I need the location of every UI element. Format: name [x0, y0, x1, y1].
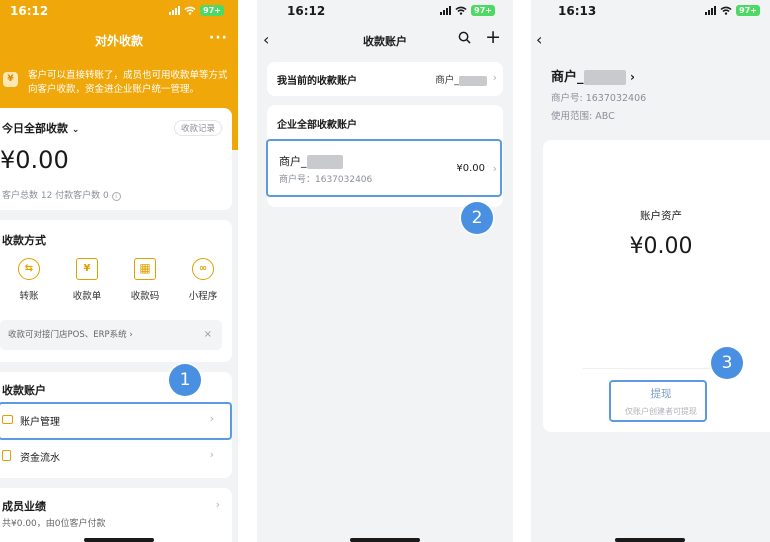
- chevron-right-icon: ›: [492, 71, 497, 84]
- search-icon[interactable]: [458, 31, 471, 44]
- close-icon[interactable]: ×: [204, 320, 212, 350]
- method-label: 收款单: [72, 291, 102, 302]
- highlight-merchant-account: [266, 139, 502, 197]
- assets-title: 账户资产: [640, 210, 682, 222]
- highlight-withdraw: [609, 380, 707, 422]
- qrcode-icon: ▦: [134, 258, 156, 280]
- status-icons: 97+: [169, 5, 224, 16]
- status-time: 16:12: [287, 4, 326, 18]
- status-time: 16:13: [558, 4, 597, 18]
- tip-text: 收款可对接门店POS、ERP系统 ›: [8, 330, 133, 340]
- phone-screen-collection: 16:12 97+ 对外收款 ··· ¥ 客户可以直接转账了，成员也可用收款单等…: [0, 0, 238, 542]
- back-icon[interactable]: ‹: [536, 30, 542, 49]
- current-account-row[interactable]: 我当前的收款账户 商户_ ›: [267, 62, 503, 96]
- today-title[interactable]: 今日全部收款 ⌄: [2, 120, 79, 136]
- pos-erp-tip[interactable]: 收款可对接门店POS、ERP系统 › ×: [0, 320, 222, 350]
- step-badge-3: 3: [711, 347, 743, 379]
- status-bar: 16:13 97+: [531, 0, 770, 22]
- chevron-right-icon: ›: [209, 448, 214, 461]
- records-button[interactable]: 收款记录: [173, 120, 222, 136]
- collection-methods-card: 收款方式 ⇆ 转账 ¥ 收款单 ▦ 收款码 ∞ 小程序 收款可对接门店POS、E…: [0, 220, 232, 362]
- all-accounts-title: 企业全部收款账户: [277, 120, 357, 131]
- notice-text: 客户可以直接转账了，成员也可用收款单等方式向客户收款，资金进企业账户统一管理。: [28, 70, 228, 95]
- page-title: 收款账户: [363, 35, 407, 48]
- today-amount: ¥0.00: [0, 146, 69, 174]
- fund-flow-row[interactable]: 资金流水 ›: [0, 438, 224, 474]
- accounts-title: 收款账户: [2, 384, 46, 397]
- methods-title: 收款方式: [2, 234, 46, 247]
- method-qrcode[interactable]: ▦ 收款码: [117, 258, 173, 302]
- method-label: 转账: [19, 291, 39, 302]
- status-bar: 16:12 97+: [257, 0, 513, 22]
- add-icon[interactable]: +: [485, 26, 501, 48]
- transfer-icon: ⇆: [18, 258, 40, 280]
- chevron-right-icon: ›: [630, 70, 635, 84]
- merchant-name[interactable]: 商户_ ›: [551, 66, 635, 85]
- step-badge-2: 2: [461, 202, 493, 234]
- today-stats: 客户总数 12 付款客户数 0 i: [2, 188, 121, 201]
- info-icon[interactable]: i: [111, 192, 121, 201]
- page-title: 对外收款: [94, 34, 143, 48]
- method-transfer[interactable]: ⇆ 转账: [1, 258, 57, 302]
- status-icons: 97+: [440, 5, 495, 16]
- signal-icon: [440, 6, 452, 15]
- miniprogram-icon: ∞: [192, 258, 214, 280]
- status-bar: 16:12 97+: [0, 0, 238, 22]
- member-performance-card[interactable]: 成员业绩 共¥0.00，由0位客户付款 ›: [0, 488, 232, 542]
- phone-screen-merchant-detail: 16:13 97+ ‹ 商户_ › 商户号: 1637032406 使用范围: …: [531, 0, 770, 542]
- chevron-down-icon: ⌄: [71, 125, 80, 135]
- signal-icon: [169, 6, 181, 15]
- current-account-value: 商户_: [435, 72, 487, 86]
- assets-amount: ¥0.00: [629, 234, 693, 259]
- wifi-icon: [455, 6, 467, 15]
- receipt-icon: ¥: [76, 258, 98, 280]
- method-label: 小程序: [188, 291, 218, 302]
- today-collection-card: 今日全部收款 ⌄ 收款记录 ¥0.00 客户总数 12 付款客户数 0 i: [0, 108, 232, 210]
- method-miniprogram[interactable]: ∞ 小程序: [175, 258, 231, 302]
- performance-title: 成员业绩: [2, 500, 46, 513]
- wifi-icon: [184, 6, 196, 15]
- battery-icon: 97+: [200, 5, 224, 16]
- ledger-icon: [2, 450, 11, 461]
- usage-scope: 使用范围: ABC: [551, 111, 615, 122]
- battery-icon: 97+: [736, 5, 760, 16]
- phone-screen-accounts: 16:12 97+ ‹ 收款账户 + 我当前的收款账户 商户_ › 企业全部收款…: [257, 0, 513, 542]
- wifi-icon: [720, 6, 732, 15]
- more-icon[interactable]: ···: [209, 30, 228, 46]
- method-label: 收款码: [130, 291, 160, 302]
- merchant-number: 商户号: 1637032406: [551, 93, 647, 104]
- shield-icon: ¥: [3, 72, 18, 87]
- home-indicator: [350, 538, 420, 542]
- status-icons: 97+: [705, 5, 760, 16]
- status-time: 16:12: [10, 4, 49, 18]
- home-indicator: [615, 538, 685, 542]
- highlight-account-management: [0, 402, 232, 440]
- step-badge-1: 1: [169, 364, 201, 396]
- home-indicator: [84, 538, 154, 542]
- method-receipt[interactable]: ¥ 收款单: [59, 258, 115, 302]
- performance-summary: 共¥0.00，由0位客户付款: [2, 519, 106, 529]
- methods-grid: ⇆ 转账 ¥ 收款单 ▦ 收款码 ∞ 小程序: [0, 258, 232, 302]
- signal-icon: [705, 6, 717, 15]
- chevron-right-icon: ›: [215, 498, 220, 511]
- current-account-label: 我当前的收款账户: [277, 76, 357, 87]
- battery-icon: 97+: [471, 5, 495, 16]
- row-label: 资金流水: [20, 453, 60, 464]
- nav-bar: ‹ 收款账户 +: [257, 26, 513, 52]
